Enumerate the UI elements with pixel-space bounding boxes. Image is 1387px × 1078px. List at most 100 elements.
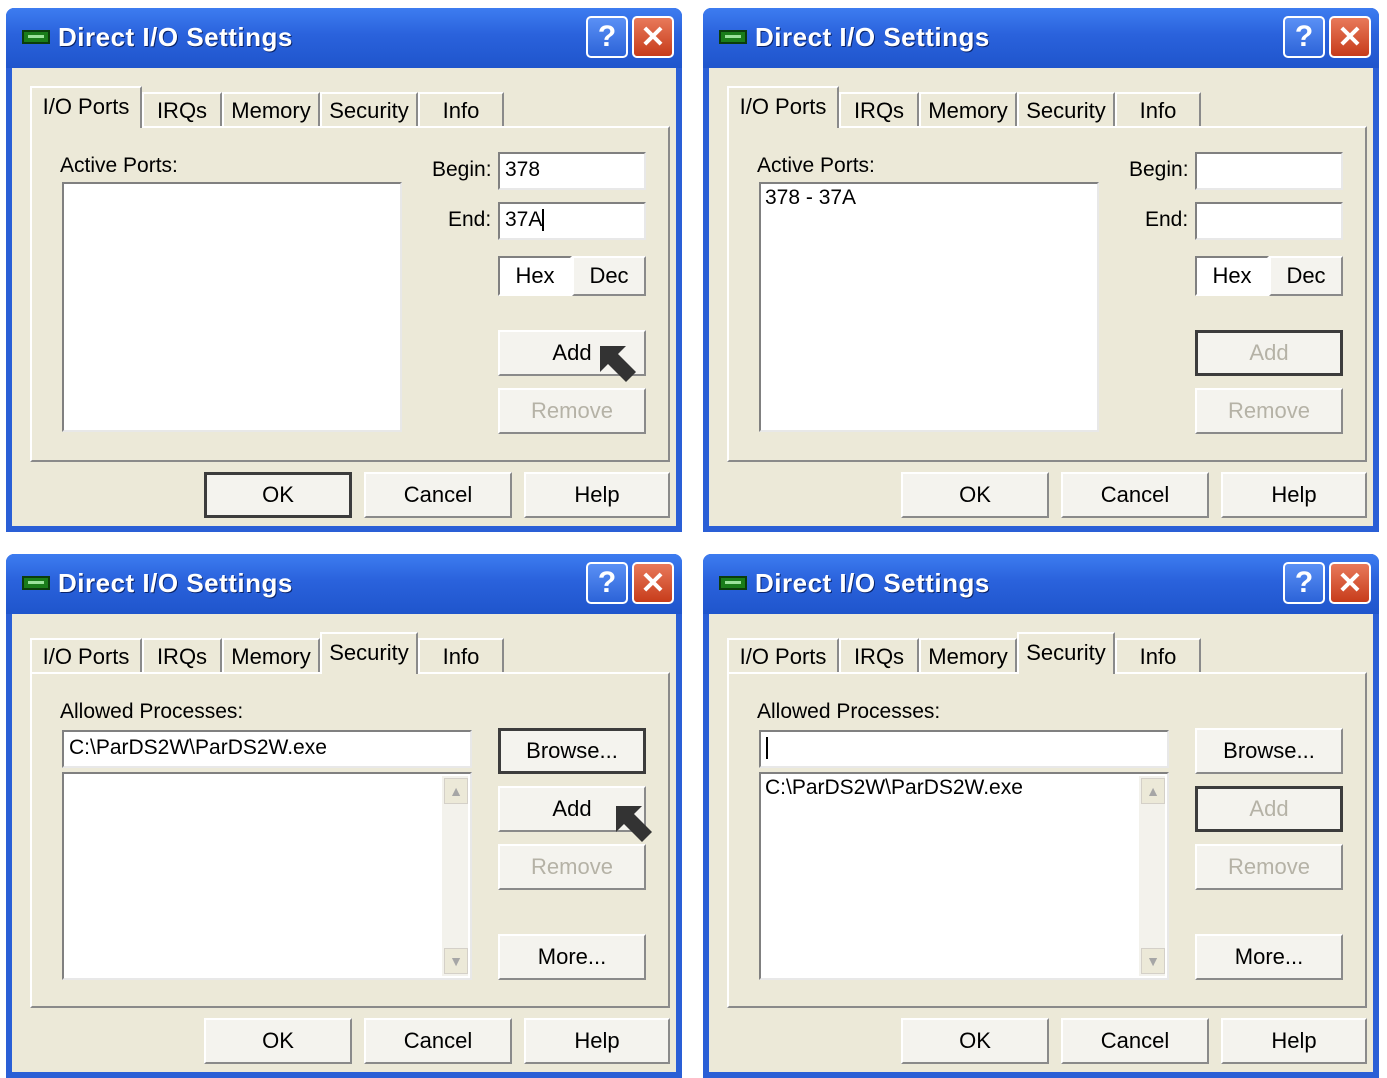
begin-input[interactable]: 378 bbox=[498, 152, 646, 190]
app-icon bbox=[719, 576, 747, 590]
tab-io-ports[interactable]: I/O Ports bbox=[30, 86, 142, 128]
help-button[interactable]: Help bbox=[524, 1018, 670, 1064]
scroll-up-icon[interactable]: ▲ bbox=[444, 778, 468, 804]
title-bar: Direct I/O Settings ? ✕ bbox=[6, 554, 682, 614]
help-button[interactable]: Help bbox=[524, 472, 670, 518]
tab-io-ports[interactable]: I/O Ports bbox=[727, 86, 839, 128]
cancel-button[interactable]: Cancel bbox=[364, 472, 512, 518]
dialog-security-after: Direct I/O Settings ? ✕ I/O Ports IRQs M… bbox=[703, 554, 1379, 1078]
tab-panel: Active Ports: 378 - 37A Begin: End: Hex … bbox=[727, 126, 1367, 462]
process-path-input[interactable] bbox=[759, 730, 1169, 768]
end-input[interactable]: 37A bbox=[498, 202, 646, 240]
close-icon[interactable]: ✕ bbox=[632, 16, 674, 58]
cancel-button[interactable]: Cancel bbox=[1061, 472, 1209, 518]
window-title: Direct I/O Settings bbox=[58, 22, 293, 52]
tab-security[interactable]: Security bbox=[320, 92, 418, 126]
dialog-client: I/O Ports IRQs Memory Security Info Acti… bbox=[12, 68, 676, 526]
scroll-down-icon[interactable]: ▼ bbox=[1141, 948, 1165, 974]
dec-toggle[interactable]: Dec bbox=[572, 256, 646, 296]
text-caret bbox=[542, 209, 545, 232]
close-icon[interactable]: ✕ bbox=[1329, 16, 1371, 58]
add-button[interactable]: Add bbox=[1195, 330, 1343, 376]
help-icon[interactable]: ? bbox=[586, 562, 628, 604]
remove-button[interactable]: Remove bbox=[1195, 844, 1343, 890]
title-bar: Direct I/O Settings ? ✕ bbox=[6, 8, 682, 68]
window-title: Direct I/O Settings bbox=[755, 568, 990, 598]
app-icon bbox=[22, 576, 50, 590]
tab-panel: Allowed Processes: C:\ParDS2W\ParDS2W.ex… bbox=[727, 672, 1367, 1008]
tab-info[interactable]: Info bbox=[1115, 638, 1201, 672]
end-value: 37A bbox=[505, 208, 543, 231]
more-button[interactable]: More... bbox=[1195, 934, 1343, 980]
tab-irqs[interactable]: IRQs bbox=[142, 92, 222, 126]
begin-label: Begin: bbox=[432, 158, 492, 181]
scroll-up-icon[interactable]: ▲ bbox=[1141, 778, 1165, 804]
allowed-processes-list[interactable]: ▲ ▼ bbox=[62, 772, 472, 980]
window-title: Direct I/O Settings bbox=[755, 22, 990, 52]
tab-io-ports[interactable]: I/O Ports bbox=[727, 638, 839, 672]
ok-button[interactable]: OK bbox=[204, 1018, 352, 1064]
active-ports-list[interactable]: 378 - 37A bbox=[759, 182, 1099, 432]
vertical-scrollbar[interactable]: ▲ ▼ bbox=[1139, 776, 1165, 976]
scroll-down-icon[interactable]: ▼ bbox=[444, 948, 468, 974]
help-button[interactable]: Help bbox=[1221, 472, 1367, 518]
tab-memory[interactable]: Memory bbox=[919, 92, 1017, 126]
allowed-processes-label: Allowed Processes: bbox=[60, 700, 244, 723]
close-icon[interactable]: ✕ bbox=[1329, 562, 1371, 604]
tab-io-ports[interactable]: I/O Ports bbox=[30, 638, 142, 672]
tab-info[interactable]: Info bbox=[1115, 92, 1201, 126]
tab-irqs[interactable]: IRQs bbox=[839, 638, 919, 672]
active-ports-list[interactable] bbox=[62, 182, 402, 432]
tab-security[interactable]: Security bbox=[320, 632, 418, 674]
ok-button[interactable]: OK bbox=[901, 472, 1049, 518]
more-button[interactable]: More... bbox=[498, 934, 646, 980]
end-input[interactable] bbox=[1195, 202, 1343, 240]
arrow-cursor-icon bbox=[600, 346, 636, 382]
help-button[interactable]: Help bbox=[1221, 1018, 1367, 1064]
ok-button[interactable]: OK bbox=[204, 472, 352, 518]
tab-irqs[interactable]: IRQs bbox=[142, 638, 222, 672]
process-path-input[interactable]: C:\ParDS2W\ParDS2W.exe bbox=[62, 730, 472, 768]
tab-memory[interactable]: Memory bbox=[919, 638, 1017, 672]
vertical-scrollbar[interactable]: ▲ ▼ bbox=[442, 776, 468, 976]
remove-button[interactable]: Remove bbox=[498, 844, 646, 890]
hex-toggle[interactable]: Hex bbox=[1195, 256, 1269, 296]
dialog-client: I/O Ports IRQs Memory Security Info Allo… bbox=[709, 614, 1373, 1072]
tab-memory[interactable]: Memory bbox=[222, 638, 320, 672]
tab-panel: Active Ports: Begin: 378 End: 37A Hex De… bbox=[30, 126, 670, 462]
active-ports-label: Active Ports: bbox=[757, 154, 875, 177]
browse-button[interactable]: Browse... bbox=[1195, 728, 1343, 774]
window-title: Direct I/O Settings bbox=[58, 568, 293, 598]
tab-info[interactable]: Info bbox=[418, 92, 504, 126]
list-item[interactable]: 378 - 37A bbox=[761, 184, 1097, 212]
active-ports-label: Active Ports: bbox=[60, 154, 178, 177]
process-path-value: C:\ParDS2W\ParDS2W.exe bbox=[69, 736, 327, 759]
help-icon[interactable]: ? bbox=[1283, 562, 1325, 604]
ok-button[interactable]: OK bbox=[901, 1018, 1049, 1064]
list-item[interactable]: C:\ParDS2W\ParDS2W.exe bbox=[761, 774, 1167, 802]
tab-info[interactable]: Info bbox=[418, 638, 504, 672]
dec-toggle[interactable]: Dec bbox=[1269, 256, 1343, 296]
add-button[interactable]: Add bbox=[1195, 786, 1343, 832]
dialog-client: I/O Ports IRQs Memory Security Info Allo… bbox=[12, 614, 676, 1072]
hex-toggle[interactable]: Hex bbox=[498, 256, 572, 296]
begin-input[interactable] bbox=[1195, 152, 1343, 190]
allowed-processes-list[interactable]: C:\ParDS2W\ParDS2W.exe ▲ ▼ bbox=[759, 772, 1169, 980]
close-icon[interactable]: ✕ bbox=[632, 562, 674, 604]
tab-panel: Allowed Processes: C:\ParDS2W\ParDS2W.ex… bbox=[30, 672, 670, 1008]
dialog-ioports-after: Direct I/O Settings ? ✕ I/O Ports IRQs M… bbox=[703, 8, 1379, 532]
tab-security[interactable]: Security bbox=[1017, 92, 1115, 126]
app-icon bbox=[719, 30, 747, 44]
cancel-button[interactable]: Cancel bbox=[1061, 1018, 1209, 1064]
cancel-button[interactable]: Cancel bbox=[364, 1018, 512, 1064]
help-icon[interactable]: ? bbox=[586, 16, 628, 58]
tab-security[interactable]: Security bbox=[1017, 632, 1115, 674]
tab-memory[interactable]: Memory bbox=[222, 92, 320, 126]
begin-value: 378 bbox=[505, 158, 541, 181]
browse-button[interactable]: Browse... bbox=[498, 728, 646, 774]
help-icon[interactable]: ? bbox=[1283, 16, 1325, 58]
remove-button[interactable]: Remove bbox=[498, 388, 646, 434]
remove-button[interactable]: Remove bbox=[1195, 388, 1343, 434]
title-bar: Direct I/O Settings ? ✕ bbox=[703, 554, 1379, 614]
tab-irqs[interactable]: IRQs bbox=[839, 92, 919, 126]
